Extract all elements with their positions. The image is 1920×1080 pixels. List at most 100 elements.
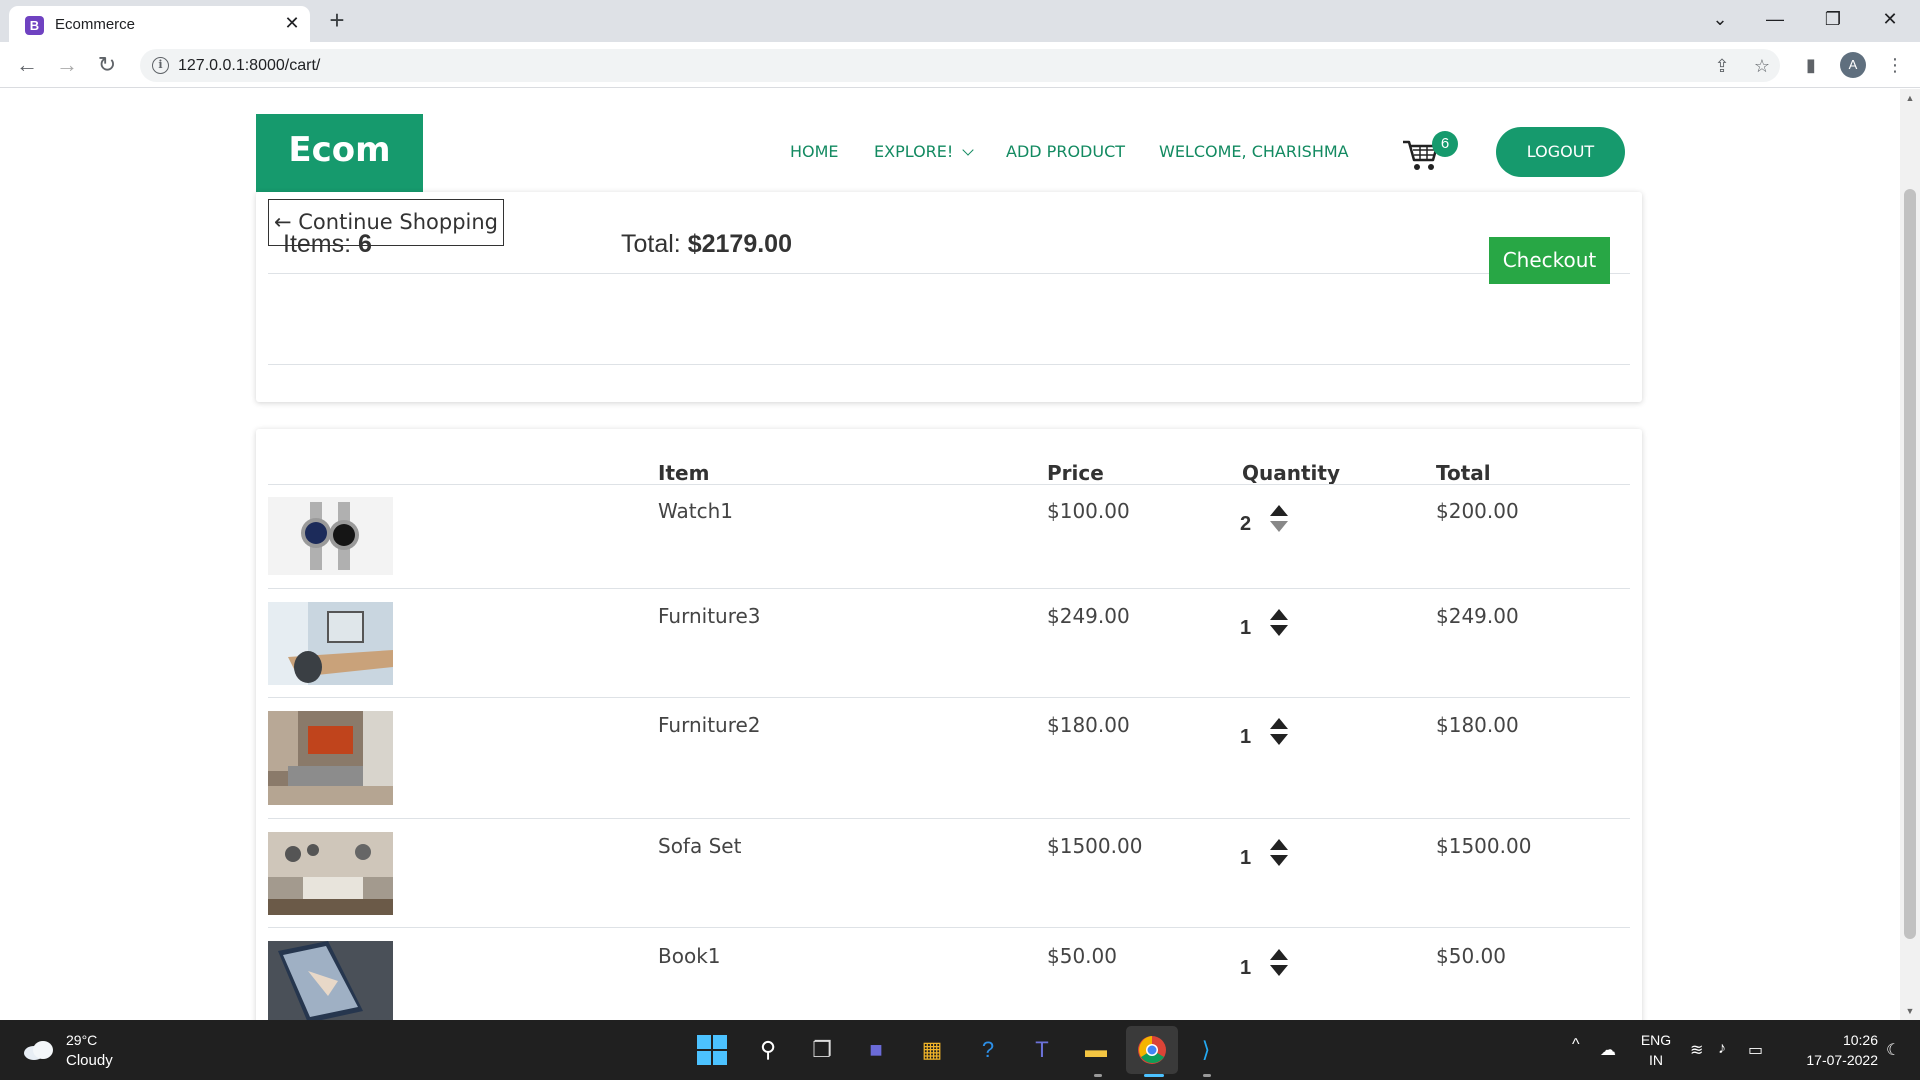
quantity-increase-icon[interactable] [1270,609,1288,620]
nav-add-product-link[interactable]: ADD PRODUCT [1006,142,1125,161]
tab-search-icon[interactable]: ⌄ [1700,4,1740,34]
items-value: 6 [358,230,372,258]
cell-quantity: 2 [1240,513,1252,535]
items-label: Items: [283,230,352,258]
cell-price: $50.00 [1047,944,1117,968]
battery-icon[interactable]: ▭ [1748,1040,1763,1060]
nav-home-link[interactable]: HOME [790,142,839,161]
site-info-icon[interactable]: i [152,57,169,74]
chrome-logo-icon [1138,1036,1166,1064]
quantity-decrease-icon[interactable] [1270,734,1288,745]
product-thumbnail-furniture [268,711,393,805]
window-close-icon[interactable]: ✕ [1870,4,1910,34]
column-header-item: Item [658,461,710,485]
vscode-icon[interactable]: ⟩ [1188,1032,1224,1068]
cart-items-table: Item Price Quantity Total Watch1 $100.00… [256,429,1642,1020]
divider [268,484,1630,485]
url-text[interactable]: 127.0.0.1:8000/cart/ [178,57,320,75]
chrome-icon[interactable] [1134,1032,1170,1068]
cell-price: $1500.00 [1047,834,1143,858]
quantity-decrease-icon[interactable] [1270,855,1288,866]
wifi-icon[interactable]: ≋ [1690,1040,1703,1060]
checkout-button[interactable]: Checkout [1489,237,1610,284]
focus-moon-icon[interactable]: ☾ [1886,1040,1900,1060]
onedrive-cloud-icon[interactable]: ☁ [1600,1040,1616,1060]
back-arrow-icon[interactable]: ← [12,50,42,80]
nav-welcome-user: WELCOME, CHARISHMA [1159,142,1349,161]
product-thumbnail-watch [268,497,393,575]
cell-total: $249.00 [1436,604,1519,628]
divider [268,818,1630,819]
clock-date[interactable]: 17-07-2022 [1782,1052,1878,1068]
cell-item: Sofa Set [658,834,742,858]
os-taskbar: 29°C Cloudy ⚲ ❐ ■ ▦ ? T ▬ ⟩ ^ ☁ ENG IN ≋… [0,1020,1920,1080]
bootstrap-favicon-icon: B [25,16,44,35]
file-explorer-icon[interactable]: ▬ [1078,1032,1114,1068]
cell-item: Watch1 [658,499,733,523]
language-bottom[interactable]: IN [1638,1052,1674,1068]
quantity-decrease-icon[interactable] [1270,625,1288,636]
logout-button[interactable]: LOGOUT [1496,127,1625,177]
tab-close-icon[interactable]: ✕ [281,12,303,34]
running-indicator [1094,1074,1102,1077]
scroll-down-icon[interactable]: ▼ [1905,1006,1915,1016]
cell-price: $249.00 [1047,604,1130,628]
forward-arrow-icon[interactable]: → [52,50,82,80]
total-label: Total: [621,230,681,258]
cloud-icon[interactable] [22,1040,56,1060]
product-thumbnail-sofa [268,832,393,915]
page-scrollbar[interactable]: ▲ ▼ [1900,89,1920,1020]
cart-count-badge: 6 [1432,131,1458,157]
cell-total: $180.00 [1436,713,1519,737]
teams-icon[interactable]: T [1024,1032,1060,1068]
nav-explore-link[interactable]: EXPLORE! [874,142,975,161]
cell-quantity: 1 [1240,957,1252,979]
quantity-decrease-icon[interactable] [1270,965,1288,976]
quantity-increase-icon[interactable] [1270,505,1288,516]
share-icon[interactable]: ⇪ [1708,52,1736,80]
language-top[interactable]: ENG [1638,1032,1674,1048]
cell-quantity: 1 [1240,617,1252,639]
quantity-increase-icon[interactable] [1270,839,1288,850]
browser-tab[interactable]: B Ecommerce ✕ [9,6,310,42]
side-panel-icon[interactable]: ▮ [1796,50,1826,80]
quantity-decrease-icon[interactable] [1270,521,1288,532]
bookmark-star-icon[interactable]: ☆ [1748,52,1776,80]
task-view-icon[interactable]: ❐ [804,1032,840,1068]
clock-time[interactable]: 10:26 [1782,1032,1878,1048]
menu-kebab-icon[interactable]: ⋮ [1880,50,1910,80]
weather-temperature[interactable]: 29°C [66,1032,97,1048]
cell-quantity: 1 [1240,726,1252,748]
cell-total: $1500.00 [1436,834,1532,858]
scrollbar-thumb[interactable] [1904,189,1916,939]
quantity-increase-icon[interactable] [1270,718,1288,729]
search-icon[interactable]: ⚲ [750,1032,786,1068]
scroll-up-icon[interactable]: ▲ [1905,93,1915,103]
nav-explore-label: EXPLORE! [874,142,954,161]
cart-summary-card: ← Continue Shopping Items: 6 Total: $217… [256,192,1642,402]
chat-icon[interactable]: ■ [858,1032,894,1068]
show-hidden-icons-icon[interactable]: ^ [1572,1036,1580,1054]
new-tab-icon[interactable]: + [322,6,352,36]
brand-logo[interactable]: Ecom [256,114,423,192]
restore-icon[interactable]: ❐ [1813,4,1853,34]
get-help-icon[interactable]: ? [970,1032,1006,1068]
cart-total: Total: $2179.00 [621,230,792,259]
profile-avatar[interactable]: A [1840,52,1866,78]
quantity-increase-icon[interactable] [1270,949,1288,960]
cell-price: $180.00 [1047,713,1130,737]
volume-icon[interactable]: ♪ [1718,1040,1726,1058]
divider [268,697,1630,698]
minimize-icon[interactable]: — [1755,4,1795,34]
address-bar[interactable]: i 127.0.0.1:8000/cart/ ⇪ ☆ [140,49,1780,82]
weather-description[interactable]: Cloudy [66,1052,113,1069]
reload-icon[interactable]: ↻ [92,50,122,80]
active-indicator [1144,1074,1164,1077]
divider [268,273,1630,274]
column-header-quantity: Quantity [1242,461,1340,485]
cell-item: Furniture2 [658,713,761,737]
windows-start-icon[interactable] [694,1032,730,1068]
cell-item: Furniture3 [658,604,761,628]
cell-total: $50.00 [1436,944,1506,968]
microsoft-store-icon[interactable]: ▦ [914,1032,950,1068]
